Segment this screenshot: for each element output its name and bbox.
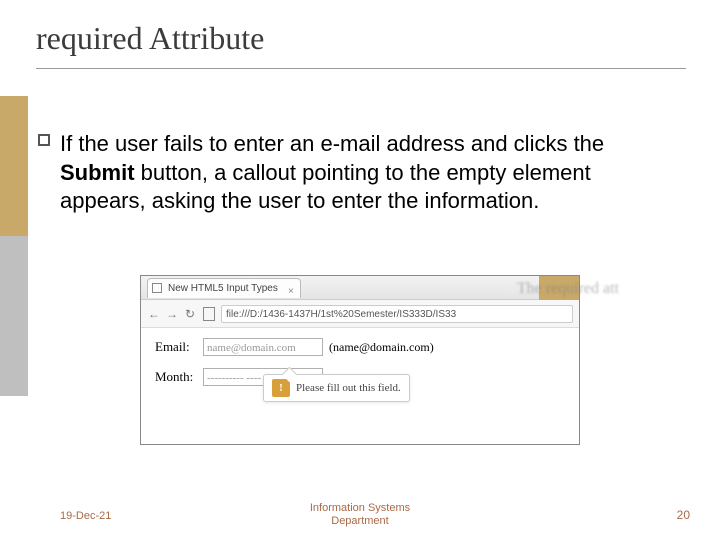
tab-title: New HTML5 Input Types [168,283,278,294]
footer-line1: Information Systems [310,502,410,514]
email-hint: (name@domain.com) [329,340,434,355]
bullet-icon [38,134,50,146]
slide: required Attribute If the user fails to … [0,0,720,540]
sidebar-accent-gold [0,96,28,236]
sidebar [0,0,28,540]
page-content: Email: name@domain.com (name@domain.com)… [141,328,579,408]
forward-icon[interactable]: → [165,307,179,321]
background-page-text: The required att [517,280,619,298]
title-divider [36,68,686,69]
back-icon[interactable]: ← [147,307,161,321]
browser-tab[interactable]: New HTML5 Input Types × [147,278,301,298]
body-text: If the user fails to enter an e-mail add… [60,130,680,216]
footer-center: Information Systems Department [0,502,720,528]
footer-line2: Department [331,515,388,527]
sidebar-accent-gray [0,236,28,396]
callout-text: Please fill out this field. [296,382,401,394]
tab-close-icon[interactable]: × [288,282,294,302]
browser-toolbar: ← → ↻ file:///D:/1436-1437H/1st%20Semest… [141,300,579,328]
file-icon [203,307,215,321]
browser-titlebar: New HTML5 Input Types × The required att [141,276,579,300]
footer-page-number: 20 [677,508,690,522]
email-row: Email: name@domain.com (name@domain.com) [155,338,565,356]
browser-screenshot: New HTML5 Input Types × The required att… [140,275,580,445]
body-pre: If the user fails to enter an e-mail add… [60,131,604,156]
email-label: Email: [155,339,197,355]
body-post: button, a callout pointing to the empty … [60,160,591,214]
email-field[interactable]: name@domain.com [203,338,323,356]
slide-title: required Attribute [36,20,264,57]
month-label: Month: [155,369,197,385]
tab-favicon-icon [152,283,162,293]
warning-icon: ! [272,379,290,397]
validation-callout: ! Please fill out this field. [263,374,410,402]
url-bar[interactable]: file:///D:/1436-1437H/1st%20Semester/IS3… [221,305,573,323]
body-bold: Submit [60,160,135,185]
reload-icon[interactable]: ↻ [183,307,197,321]
